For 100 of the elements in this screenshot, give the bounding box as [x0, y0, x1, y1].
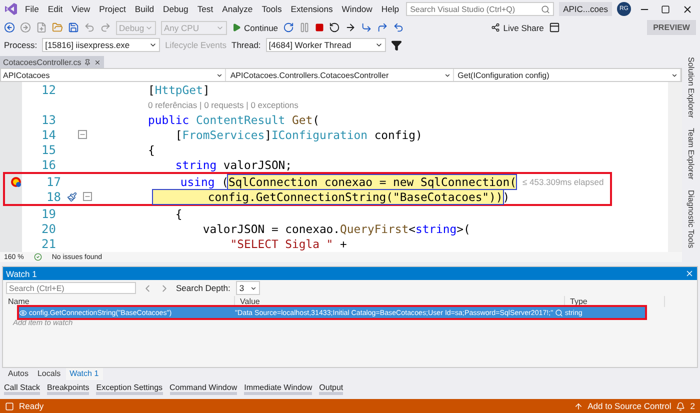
side-tab[interactable]: Solution Explorer [686, 57, 696, 118]
panel-tab[interactable]: Autos [4, 368, 32, 380]
menu-item[interactable]: Project [97, 4, 128, 14]
panel-tab[interactable]: Watch 1 [66, 368, 103, 380]
line-number: 18 [46, 190, 61, 204]
line-number: 15 [40, 142, 56, 156]
live-share-button[interactable]: Live Share [491, 22, 544, 32]
chevron-down-icon [374, 41, 383, 49]
side-tab[interactable]: Diagnostic Tools [686, 190, 696, 248]
arrow-up-icon [574, 402, 583, 410]
watch-icon [19, 308, 27, 316]
vertical-scrollbar[interactable] [668, 82, 682, 252]
line-number: 17 [46, 174, 61, 188]
menu-item[interactable]: Extensions [288, 4, 335, 14]
save-icon[interactable] [68, 22, 79, 33]
document-tab[interactable]: CotacoesController.cs [0, 56, 104, 68]
code-line: { [148, 142, 155, 156]
check-icon [34, 253, 42, 261]
side-tab[interactable]: Team Explorer [686, 128, 696, 180]
back-icon[interactable] [4, 22, 15, 33]
line-number: 19 [40, 206, 56, 220]
chevron-down-icon [250, 284, 258, 292]
line-number: 13 [40, 112, 56, 126]
menu-item[interactable]: Window [340, 4, 374, 14]
search-icon[interactable] [555, 308, 564, 316]
paintbrush-icon[interactable] [67, 192, 77, 202]
code-line: public ContentResult Get( [148, 112, 320, 126]
rotate-icon[interactable] [329, 22, 340, 33]
code-line: { [174, 206, 182, 220]
search-icon [541, 4, 550, 14]
chevron-down-icon [216, 72, 224, 78]
search-field[interactable]: Search Visual Studio (Ctrl+Q) [406, 2, 554, 16]
code-line: string valorJSON; [174, 158, 292, 172]
step-out-icon[interactable] [377, 22, 388, 33]
collapse-toggle[interactable] [83, 192, 92, 201]
stop-icon[interactable] [315, 23, 324, 32]
menu-item[interactable]: Build [132, 4, 156, 14]
menu-item[interactable]: Analyze [220, 4, 255, 14]
play-icon [232, 23, 241, 32]
close-icon[interactable] [94, 58, 102, 66]
line-number: 16 [40, 158, 56, 172]
tool-window-tab[interactable]: Immediate Window [244, 383, 312, 395]
tool-window-tab[interactable]: Call Stack [4, 383, 40, 395]
chevron-down-icon [149, 41, 158, 49]
menu-item[interactable]: Edit [46, 4, 65, 14]
close-icon[interactable] [682, 4, 694, 14]
tool-window-tab[interactable]: Output [319, 383, 344, 395]
line-number: 12 [40, 82, 56, 96]
line-number: 21 [40, 236, 56, 250]
filter-icon[interactable] [390, 40, 402, 50]
panel-tab[interactable]: Locals [33, 368, 65, 380]
solution-title: APIC...coes [559, 2, 612, 16]
menu-item[interactable]: Debug [161, 4, 190, 14]
code-line: using (SqlConnection conexao = new SqlConnection( [179, 174, 516, 188]
menu-item[interactable]: File [23, 4, 41, 14]
thread-dropdown[interactable]: [4684] Worker Thread [266, 38, 386, 52]
undo-icon[interactable] [393, 22, 404, 33]
line-number: 14 [40, 128, 56, 142]
restart-icon[interactable] [283, 22, 294, 33]
navigation-dropdown[interactable]: Get(IConfiguration config) [456, 69, 681, 81]
search-depth-dropdown[interactable]: 3 [236, 281, 260, 295]
panel-title: Watch 1 [6, 268, 37, 278]
code-line: [HttpGet] [148, 82, 210, 96]
minus-icon [79, 131, 86, 138]
notification-count: 2 [690, 401, 695, 411]
status-text: Ready [19, 401, 44, 411]
continue-button[interactable]: Continue [232, 22, 278, 32]
arrow-right-icon[interactable] [345, 22, 356, 33]
notification-icon[interactable] [676, 402, 686, 410]
preview-button[interactable]: PREVIEW [647, 20, 696, 35]
line-number: 20 [40, 222, 56, 236]
pin-icon[interactable] [84, 58, 92, 66]
tool-window-tab[interactable]: Breakpoints [47, 383, 90, 395]
code-line: valorJSON = conexao.QueryFirst<string>( [202, 222, 470, 236]
menu-item[interactable]: Test [195, 4, 216, 14]
tool-window-tab[interactable]: Command Window [170, 383, 238, 395]
menu-item[interactable]: Tools [260, 4, 284, 14]
code-line: "SELECT Sigla " + [229, 236, 347, 250]
menu-item[interactable]: Help [379, 4, 402, 14]
tool-window-tab[interactable]: Exception Settings [96, 383, 163, 395]
elapsed-hint: ≤ 453.309ms elapsed [522, 176, 604, 186]
search-depth-label: Search Depth: [176, 283, 230, 293]
chevron-down-icon [444, 72, 451, 78]
navigation-dropdown[interactable]: APICotacoes.Controllers.CotacoesController [228, 69, 454, 81]
source-control-button[interactable]: Add to Source Control [588, 401, 672, 411]
step-into-icon[interactable] [361, 22, 372, 33]
minus-icon [84, 193, 91, 200]
thread-label: Thread: [232, 40, 261, 50]
process-dropdown[interactable]: [15816] iisexpress.exe [42, 38, 160, 52]
navigation-dropdown[interactable]: APICotacoes [1, 69, 226, 81]
process-label: Process: [4, 40, 38, 50]
share-icon [491, 23, 500, 32]
code-lens: 0 referências | 0 requests | 0 exceptions [148, 100, 298, 110]
code-line: [FromServices]IConfiguration config) [174, 128, 422, 142]
folder-icon[interactable] [52, 22, 63, 33]
menu-item[interactable]: View [70, 4, 92, 14]
search-field[interactable]: Search (Ctrl+E) [6, 282, 136, 294]
code-line: config.GetConnectionString("BaseCotacoes"))) [153, 190, 510, 204]
collapse-toggle[interactable] [78, 130, 87, 139]
maximize-icon[interactable] [661, 4, 670, 14]
